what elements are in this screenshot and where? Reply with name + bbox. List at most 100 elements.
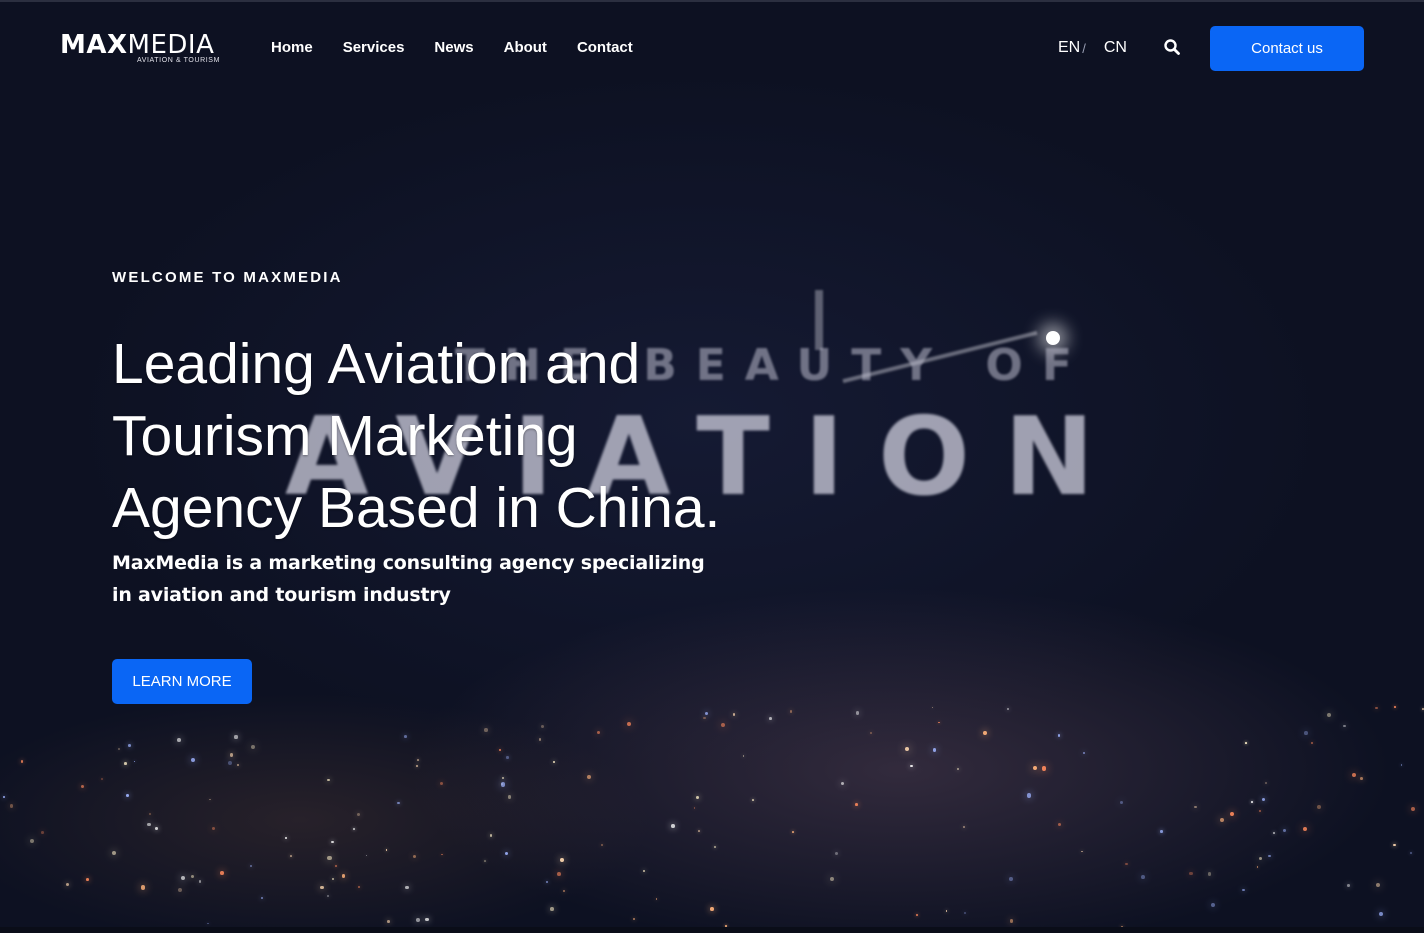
- city-light: [538, 738, 542, 741]
- city-light: [752, 799, 754, 801]
- hero-description: MaxMedia is a marketing consulting agenc…: [112, 552, 705, 606]
- city-light: [331, 840, 334, 844]
- city-light: [1208, 872, 1212, 876]
- city-light: [405, 885, 409, 890]
- hero-headline: Leading Aviation and Tourism Marketing A…: [112, 332, 721, 540]
- city-light: [9, 804, 14, 808]
- logo-wordmark: MAXMEDIA: [60, 30, 214, 60]
- city-light: [1316, 805, 1321, 810]
- city-light: [550, 907, 554, 911]
- city-light: [1311, 742, 1314, 745]
- city-light: [417, 758, 420, 761]
- nav-item-services[interactable]: Services: [343, 38, 405, 58]
- city-light: [101, 777, 104, 780]
- city-lights-glow: [0, 690, 1424, 930]
- city-light: [792, 831, 795, 834]
- city-light: [732, 712, 736, 716]
- city-light: [1256, 865, 1259, 868]
- city-light: [489, 834, 493, 837]
- logo-wordmark-max: MAX: [60, 30, 128, 60]
- city-light: [1410, 851, 1413, 854]
- city-light: [80, 784, 84, 788]
- city-light: [671, 824, 675, 828]
- city-light: [219, 871, 224, 876]
- city-light: [1082, 751, 1086, 755]
- city-light: [1219, 817, 1224, 822]
- city-light: [855, 711, 859, 715]
- city-light: [632, 918, 635, 921]
- nav-item-about[interactable]: About: [504, 38, 547, 58]
- city-light: [66, 882, 70, 886]
- hero-eyebrow: WELCOME TO MAXMEDIA: [112, 269, 343, 286]
- city-light: [557, 872, 562, 877]
- city-light: [1242, 888, 1245, 892]
- city-light: [229, 753, 234, 757]
- city-light: [963, 912, 966, 915]
- language-switcher: EN / CN: [1058, 38, 1127, 58]
- city-light: [710, 907, 714, 911]
- city-light: [870, 731, 873, 734]
- contact-us-button[interactable]: Contact us: [1210, 26, 1364, 71]
- city-light: [721, 722, 726, 727]
- city-light: [149, 813, 152, 816]
- city-light: [1026, 793, 1031, 798]
- city-light: [385, 849, 388, 851]
- city-light: [931, 706, 934, 709]
- logo-wordmark-media: MEDIA: [127, 30, 215, 60]
- city-light: [560, 857, 565, 862]
- city-light: [1273, 831, 1275, 834]
- city-light: [626, 721, 632, 727]
- city-light: [1375, 883, 1380, 888]
- city-light: [425, 918, 429, 922]
- city-light: [1421, 708, 1424, 710]
- nav-item-home[interactable]: Home: [271, 38, 313, 58]
- city-light: [1351, 772, 1356, 777]
- city-light: [1032, 766, 1037, 771]
- city-light: [698, 830, 701, 832]
- city-light: [1326, 712, 1331, 717]
- city-light: [1378, 911, 1384, 916]
- city-light: [1347, 883, 1350, 887]
- learn-more-button[interactable]: LEARN MORE: [112, 659, 252, 704]
- city-light: [1342, 724, 1346, 728]
- language-option-en[interactable]: EN: [1058, 38, 1080, 58]
- city-light: [181, 875, 186, 880]
- city-light: [1261, 797, 1265, 801]
- logo-tagline: AVIATION & TOURISM: [136, 57, 220, 64]
- city-light: [500, 783, 503, 785]
- language-separator: /: [1082, 40, 1086, 56]
- city-light: [397, 801, 400, 804]
- city-light: [507, 795, 512, 799]
- city-light: [141, 885, 146, 890]
- nav-item-contact[interactable]: Contact: [577, 38, 633, 58]
- city-light: [956, 767, 959, 770]
- city-light: [20, 760, 24, 763]
- city-light: [1394, 706, 1396, 708]
- city-light: [484, 860, 487, 862]
- airplane-landing-light: [1046, 331, 1060, 345]
- city-light: [439, 781, 443, 785]
- city-light: [932, 748, 937, 753]
- city-light: [404, 735, 407, 738]
- nav-item-news[interactable]: News: [434, 38, 473, 58]
- language-option-cn[interactable]: CN: [1104, 38, 1127, 58]
- airplane-body: [842, 330, 1038, 384]
- city-light: [1058, 822, 1062, 826]
- city-light: [128, 744, 132, 747]
- search-icon[interactable]: [1163, 38, 1183, 58]
- city-light: [228, 760, 233, 765]
- city-light: [587, 774, 592, 779]
- city-light: [713, 846, 716, 848]
- city-light: [250, 744, 256, 749]
- logo[interactable]: MAXMEDIA AVIATION & TOURISM: [60, 30, 225, 70]
- city-light: [546, 881, 549, 884]
- city-light: [415, 765, 418, 767]
- city-light: [133, 760, 136, 763]
- city-light: [353, 828, 355, 830]
- city-light: [1189, 871, 1193, 876]
- city-light: [1125, 862, 1128, 866]
- city-light: [1041, 766, 1047, 771]
- bottom-border: [0, 927, 1424, 933]
- city-light: [211, 826, 216, 831]
- city-light: [506, 756, 509, 759]
